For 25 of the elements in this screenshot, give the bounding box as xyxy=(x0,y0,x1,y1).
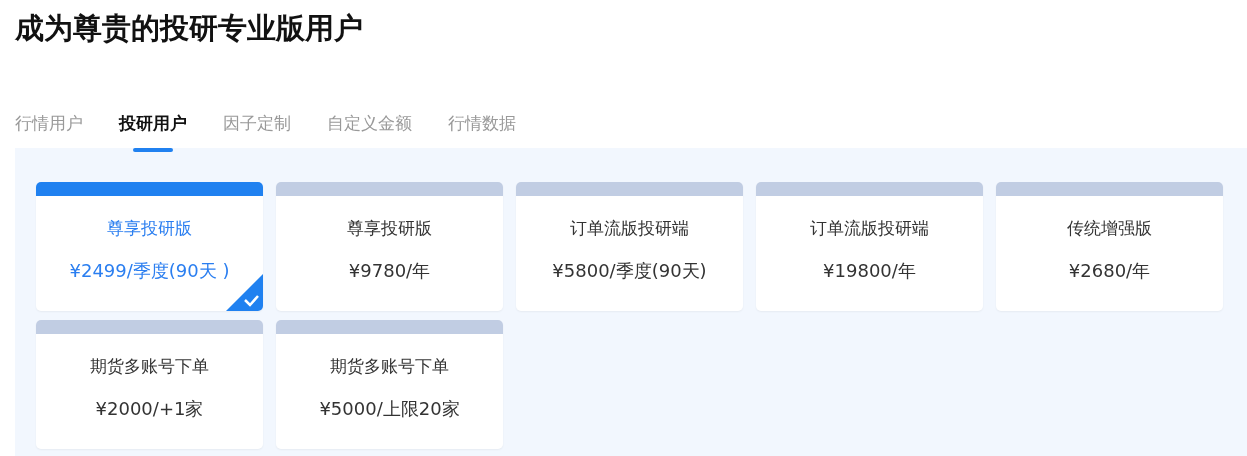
plan-name: 期货多账号下单 xyxy=(330,355,449,378)
tab-underline xyxy=(133,148,173,152)
plan-name: 期货多账号下单 xyxy=(90,355,209,378)
check-corner-icon xyxy=(226,274,263,311)
plan-price: ¥2680/年 xyxy=(1068,259,1151,283)
plan-name: 订单流版投研端 xyxy=(570,217,689,240)
plan-name: 传统增强版 xyxy=(1067,217,1152,240)
plan-price: ¥5000/上限20家 xyxy=(319,397,460,421)
plan-card[interactable]: 尊享投研版 ¥2499/季度(90天 ) xyxy=(36,182,263,311)
plan-card[interactable]: 传统增强版 ¥2680/年 xyxy=(996,182,1223,311)
tab[interactable]: 投研用户 xyxy=(119,109,187,148)
plan-price: ¥2000/+1家 xyxy=(95,397,204,421)
plan-price: ¥5800/季度(90天) xyxy=(552,259,707,283)
plan-card[interactable]: 订单流版投研端 ¥19800/年 xyxy=(756,182,983,311)
plan-card[interactable]: 订单流版投研端 ¥5800/季度(90天) xyxy=(516,182,743,311)
plan-name: 尊享投研版 xyxy=(347,217,432,240)
page-title: 成为尊贵的投研专业版用户 xyxy=(14,10,364,47)
plan-price: ¥19800/年 xyxy=(823,259,916,283)
plan-card[interactable]: 期货多账号下单 ¥2000/+1家 xyxy=(36,320,263,449)
plan-price: ¥2499/季度(90天 ) xyxy=(69,259,230,283)
plan-card[interactable]: 期货多账号下单 ¥5000/上限20家 xyxy=(276,320,503,449)
plan-card[interactable]: 尊享投研版 ¥9780/年 xyxy=(276,182,503,311)
plan-price: ¥9780/年 xyxy=(348,259,431,283)
plan-name: 尊享投研版 xyxy=(107,217,192,240)
plan-name: 订单流版投研端 xyxy=(810,217,929,240)
